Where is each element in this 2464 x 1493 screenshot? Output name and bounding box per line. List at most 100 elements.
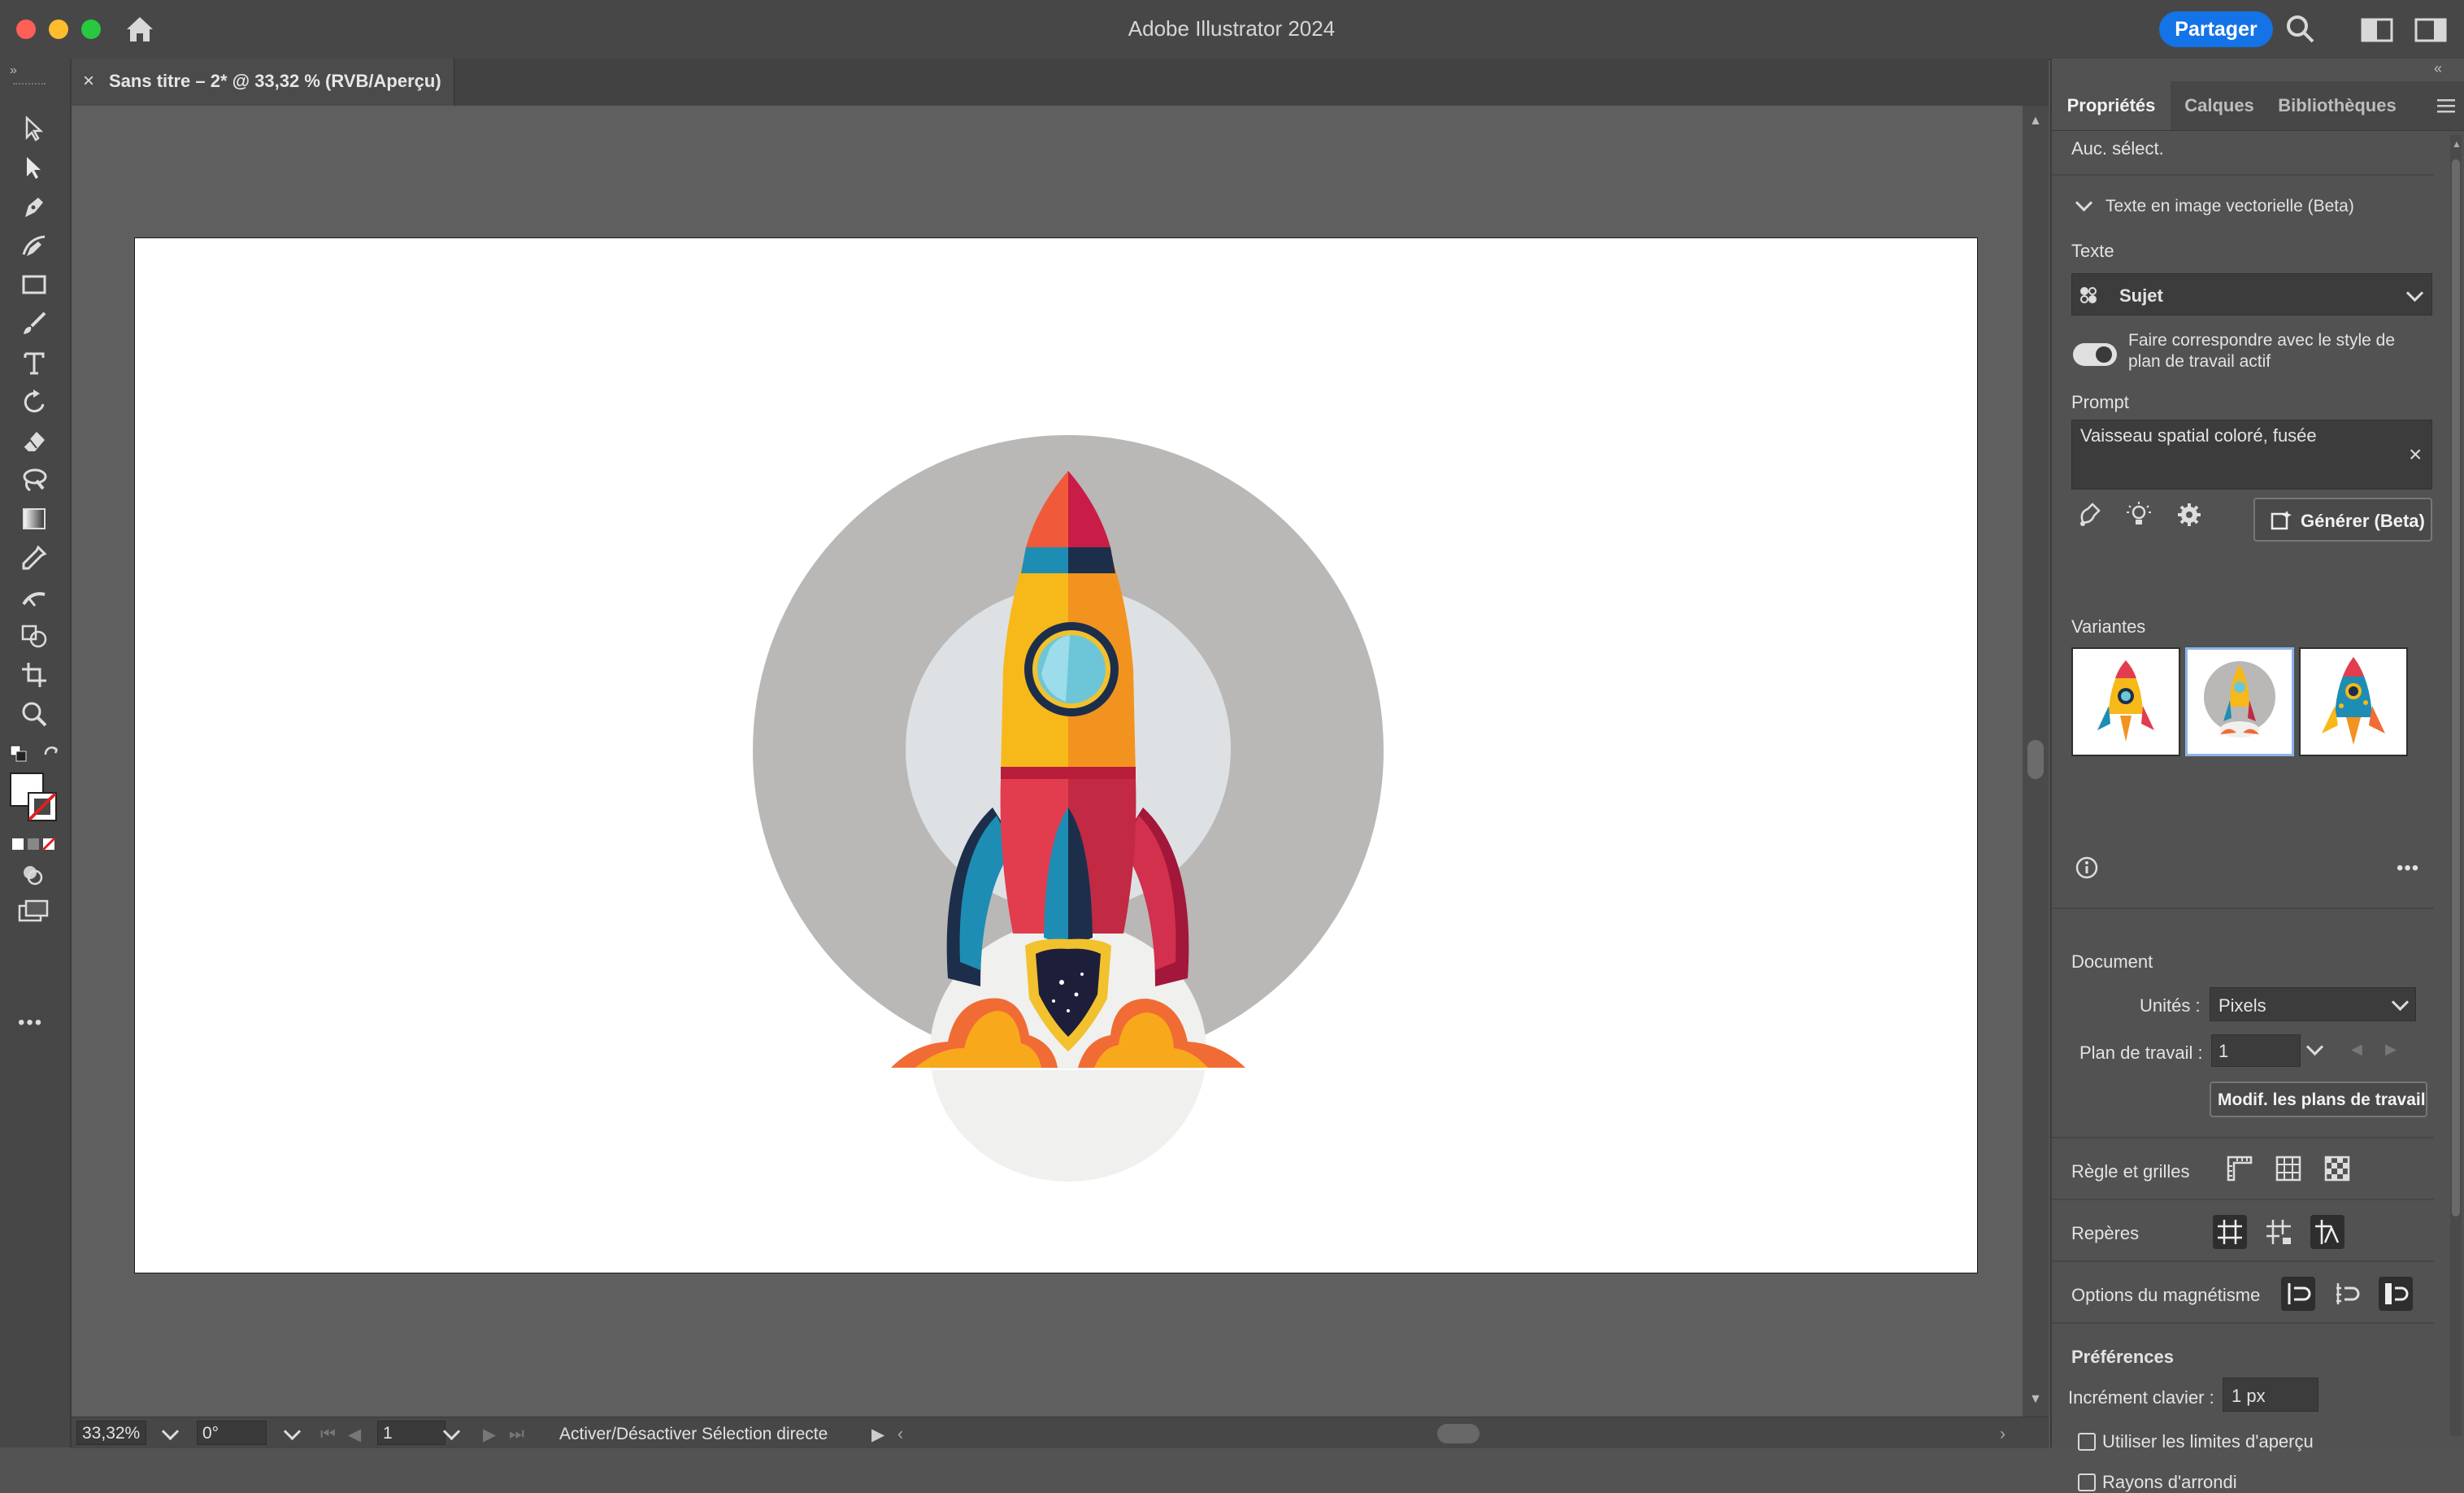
transparency-grid-icon[interactable] xyxy=(2320,1151,2354,1186)
direct-selection-tool-icon[interactable] xyxy=(15,151,54,184)
curvature-tool-icon[interactable] xyxy=(15,229,54,262)
settings-gear-icon[interactable] xyxy=(2172,498,2206,532)
type-dropdown[interactable]: Sujet xyxy=(2071,273,2432,316)
zoom-field[interactable]: 33,32% xyxy=(76,1421,146,1445)
gradient-tool-icon[interactable] xyxy=(15,503,54,535)
snap-to-pixel-icon[interactable] xyxy=(2330,1277,2364,1311)
more-tools-icon[interactable]: ••• xyxy=(18,1012,43,1034)
zoom-tool-icon[interactable] xyxy=(15,698,54,730)
rulers-icon[interactable] xyxy=(2223,1151,2257,1186)
panel-scroll-up-icon[interactable]: ▲ xyxy=(2452,138,2462,150)
artboard-navigation-field[interactable]: 1 xyxy=(377,1421,445,1445)
workspace-switcher-icon[interactable] xyxy=(2361,16,2393,48)
width-tool-icon[interactable] xyxy=(15,581,54,613)
swap-colors-icon[interactable] xyxy=(42,745,62,768)
snap-to-point-icon[interactable] xyxy=(2281,1277,2315,1311)
search-icon[interactable] xyxy=(2284,13,2317,50)
eraser-tool-icon[interactable] xyxy=(15,424,54,457)
vertical-scrollbar[interactable]: ▲ ▼ xyxy=(2023,106,2049,1417)
collapse-section-icon[interactable] xyxy=(2075,194,2093,212)
variant-thumbnail-1[interactable] xyxy=(2071,647,2180,756)
draw-mode-icon[interactable] xyxy=(21,864,44,890)
panel-scrollbar[interactable]: ▲ xyxy=(2450,135,2462,1436)
toolbar-grip[interactable] xyxy=(13,83,46,89)
scroll-up-icon[interactable]: ▲ xyxy=(2029,114,2042,128)
close-tab-icon[interactable]: × xyxy=(83,70,94,93)
variant-thumbnail-2-selected[interactable] xyxy=(2185,647,2294,756)
clear-prompt-icon[interactable]: × xyxy=(2409,442,2422,468)
generate-button[interactable]: Générer (Beta) xyxy=(2253,498,2432,542)
pen-tool-icon[interactable] xyxy=(15,190,54,223)
document-tab[interactable]: × Sans titre – 2* @ 33,32 % (RVB/Aperçu) xyxy=(72,59,454,106)
tools-panel: » ••• xyxy=(0,59,72,1447)
artboard-tool-icon[interactable] xyxy=(15,659,54,691)
last-artboard-icon[interactable]: ⏭ xyxy=(509,1425,524,1444)
panel-scroll-thumb[interactable] xyxy=(2452,159,2460,1217)
next-artboard-icon[interactable]: ▶ xyxy=(483,1425,496,1445)
scroll-left-icon[interactable]: ‹ xyxy=(897,1425,903,1444)
snap-to-glyph-icon[interactable] xyxy=(2379,1277,2413,1311)
vertical-scroll-thumb[interactable] xyxy=(2027,740,2044,779)
divider xyxy=(2052,1260,2434,1262)
rocket-artwork[interactable] xyxy=(135,238,1977,1273)
rectangle-tool-icon[interactable] xyxy=(15,268,54,301)
lock-guides-icon[interactable] xyxy=(2262,1215,2296,1249)
share-button[interactable]: Partager xyxy=(2159,11,2273,47)
edit-artboards-button[interactable]: Modif. les plans de travail xyxy=(2210,1082,2427,1117)
variant-thumbnail-3[interactable] xyxy=(2299,647,2408,756)
match-style-toggle[interactable] xyxy=(2073,343,2117,366)
units-dropdown[interactable]: Pixels xyxy=(2210,987,2416,1021)
scroll-right-icon[interactable]: › xyxy=(2000,1425,2006,1444)
tab-libraries[interactable]: Bibliothèques xyxy=(2268,81,2406,130)
home-icon[interactable] xyxy=(124,13,156,50)
info-icon[interactable] xyxy=(2075,855,2099,884)
rotation-field[interactable]: 0° xyxy=(197,1421,267,1445)
rotate-tool-icon[interactable] xyxy=(15,385,54,418)
smart-guides-icon[interactable] xyxy=(2310,1215,2344,1249)
rounded-corners-checkbox[interactable] xyxy=(2078,1473,2096,1491)
stroke-color-swatch[interactable] xyxy=(26,790,59,827)
previous-artboard-icon[interactable]: ◀ xyxy=(2351,1041,2362,1058)
show-guides-icon[interactable] xyxy=(2213,1215,2247,1249)
grid-icon[interactable] xyxy=(2271,1151,2305,1186)
shape-builder-tool-icon[interactable] xyxy=(15,620,54,652)
screen-mode-icon[interactable] xyxy=(18,899,49,928)
eyedropper-tool-icon[interactable] xyxy=(15,542,54,574)
rotation-dropdown-icon[interactable] xyxy=(283,1422,302,1441)
tab-layers[interactable]: Calques xyxy=(2171,81,2268,130)
zoom-window-button[interactable] xyxy=(81,20,101,39)
divider xyxy=(2052,1137,2434,1138)
lasso-tool-icon[interactable] xyxy=(15,464,54,496)
close-window-button[interactable] xyxy=(16,20,36,39)
more-options-icon[interactable]: ••• xyxy=(2397,857,2419,880)
sample-style-icon[interactable] xyxy=(2073,498,2107,532)
color-mode-icons[interactable] xyxy=(11,836,59,856)
horizontal-scroll-thumb[interactable] xyxy=(1437,1424,1480,1443)
rulers-grids-label: Règle et grilles xyxy=(2071,1161,2190,1182)
canvas-area[interactable] xyxy=(72,106,2023,1417)
artboard[interactable] xyxy=(134,237,1978,1273)
tab-properties[interactable]: Propriétés xyxy=(2052,81,2171,130)
preview-bounds-checkbox[interactable] xyxy=(2078,1433,2096,1451)
minimize-window-button[interactable] xyxy=(49,20,68,39)
artboard-field[interactable]: 1 xyxy=(2211,1034,2301,1067)
collapse-panel-icon[interactable]: « xyxy=(2434,60,2442,77)
first-artboard-icon[interactable]: ⏮ xyxy=(320,1425,336,1444)
next-artboard-icon[interactable]: ▶ xyxy=(2385,1041,2397,1058)
artboard-chevron-icon[interactable] xyxy=(2305,1038,2324,1056)
collapse-toolbar-icon[interactable]: » xyxy=(10,63,17,78)
panel-toggle-icon[interactable] xyxy=(2414,16,2447,48)
selection-tool-icon[interactable] xyxy=(15,112,54,145)
type-tool-icon[interactable] xyxy=(15,346,54,379)
default-colors-icon[interactable] xyxy=(10,745,28,767)
scroll-down-icon[interactable]: ▼ xyxy=(2029,1392,2042,1407)
keyboard-increment-field[interactable]: 1 px xyxy=(2223,1378,2318,1412)
status-menu-icon[interactable]: ▶ xyxy=(871,1425,884,1445)
suggestions-lightbulb-icon[interactable] xyxy=(2122,498,2156,532)
artboard-dropdown-icon[interactable] xyxy=(442,1422,461,1441)
panel-menu-icon[interactable] xyxy=(2437,98,2455,118)
prompt-input[interactable]: Vaisseau spatial coloré, fusée × xyxy=(2071,420,2432,490)
paintbrush-tool-icon[interactable] xyxy=(15,307,54,340)
zoom-dropdown-icon[interactable] xyxy=(161,1422,180,1441)
previous-artboard-icon[interactable]: ◀ xyxy=(348,1425,361,1445)
